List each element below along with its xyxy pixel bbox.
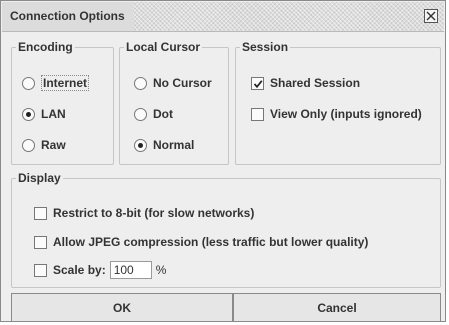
scale-label: Scale by: <box>53 263 106 277</box>
close-icon <box>426 11 436 21</box>
title-bar[interactable]: Connection Options <box>2 2 444 32</box>
local-cursor-group-label: Local Cursor <box>124 39 203 55</box>
cursor-option-normal[interactable]: Normal <box>134 136 194 154</box>
cursor-option-dot[interactable]: Dot <box>134 105 173 123</box>
encoding-option-raw[interactable]: Raw <box>22 136 66 154</box>
shared-session-label: Shared Session <box>270 76 361 90</box>
scale-checkbox[interactable] <box>34 263 47 277</box>
scale-unit: % <box>155 263 167 277</box>
encoding-raw-radio[interactable] <box>22 138 35 152</box>
encoding-option-internet[interactable]: Internet <box>22 74 90 92</box>
allow-jpeg-option[interactable]: Allow JPEG compression (less traffic but… <box>34 233 368 251</box>
cursor-normal-label: Normal <box>153 138 195 152</box>
restrict-8bit-checkbox[interactable] <box>34 206 47 220</box>
allow-jpeg-label: Allow JPEG compression (less traffic but… <box>53 235 369 249</box>
encoding-lan-label: LAN <box>41 107 66 121</box>
encoding-raw-label: Raw <box>41 138 66 152</box>
scale-input[interactable] <box>109 261 152 279</box>
view-only-checkbox[interactable] <box>251 107 264 121</box>
encoding-internet-radio[interactable] <box>22 76 35 90</box>
cursor-dot-radio[interactable] <box>134 107 147 121</box>
cursor-option-no-cursor[interactable]: No Cursor <box>134 74 212 92</box>
encoding-option-lan[interactable]: LAN <box>22 105 66 123</box>
cancel-button[interactable]: Cancel <box>233 293 441 322</box>
cursor-no-cursor-radio[interactable] <box>134 76 147 90</box>
cursor-dot-label: Dot <box>153 107 173 121</box>
allow-jpeg-checkbox[interactable] <box>34 235 47 249</box>
encoding-group: Encoding Internet LAN Raw <box>11 39 114 165</box>
scale-option[interactable]: Scale by: % <box>34 261 166 279</box>
shared-session-checkbox[interactable] <box>251 76 264 90</box>
session-group: Session Shared Session View Only (inputs… <box>235 39 441 165</box>
encoding-group-label: Encoding <box>16 39 75 55</box>
view-only-option[interactable]: View Only (inputs ignored) <box>251 105 422 123</box>
cursor-normal-radio[interactable] <box>134 138 147 152</box>
encoding-lan-radio[interactable] <box>22 107 35 121</box>
dialog-title: Connection Options <box>2 2 133 31</box>
ok-button[interactable]: OK <box>11 293 233 322</box>
shared-session-option[interactable]: Shared Session <box>251 74 360 92</box>
checkmark-icon <box>253 79 263 88</box>
restrict-8bit-label: Restrict to 8-bit (for slow networks) <box>53 206 255 220</box>
encoding-internet-label: Internet <box>41 75 90 91</box>
display-group: Display Restrict to 8-bit (for slow netw… <box>11 170 441 288</box>
restrict-8bit-option[interactable]: Restrict to 8-bit (for slow networks) <box>34 204 254 222</box>
session-group-label: Session <box>240 39 291 55</box>
connection-options-dialog: Connection Options Encoding Internet LAN… <box>0 0 446 322</box>
local-cursor-group: Local Cursor No Cursor Dot Normal <box>119 39 229 165</box>
close-button[interactable] <box>424 9 438 23</box>
display-group-label: Display <box>16 170 63 186</box>
view-only-label: View Only (inputs ignored) <box>270 107 422 121</box>
cursor-no-cursor-label: No Cursor <box>153 76 212 90</box>
